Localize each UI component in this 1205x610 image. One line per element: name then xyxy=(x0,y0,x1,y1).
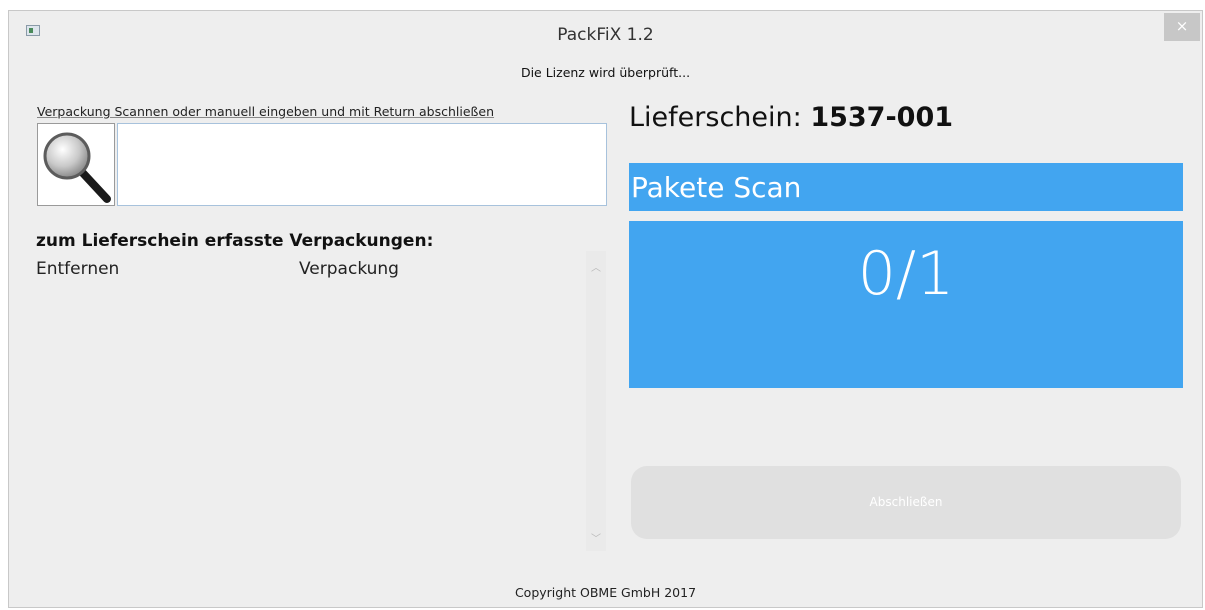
chevron-up-icon[interactable]: ︿ xyxy=(586,259,606,274)
window-title: PackFiX 1.2 xyxy=(557,25,654,45)
column-header-packaging: Verpackung xyxy=(299,259,399,279)
chevron-down-icon[interactable]: ﹀ xyxy=(586,530,606,545)
packaging-list-heading: zum Lieferschein erfasste Verpackungen: xyxy=(36,231,434,251)
package-count-panel: 0/1 xyxy=(629,221,1183,388)
column-header-remove: Entfernen xyxy=(36,259,120,279)
license-status: Die Lizenz wird überprüft... xyxy=(520,65,691,80)
delivery-note-caption: Lieferschein: xyxy=(629,102,802,133)
scan-row xyxy=(37,123,607,206)
package-count: 0/1 xyxy=(857,239,955,309)
close-icon[interactable]: × xyxy=(1164,13,1200,41)
title-bar[interactable]: PackFiX 1.2 × xyxy=(9,11,1202,57)
scan-input[interactable] xyxy=(117,123,607,206)
delivery-note-number: 1537-001 xyxy=(810,102,954,133)
list-scrollbar[interactable]: ︿ ﹀ xyxy=(586,251,606,551)
copyright-footer: Copyright OBME GmbH 2017 xyxy=(514,585,697,600)
app-window: PackFiX 1.2 × Die Lizenz wird überprüft.… xyxy=(8,10,1203,608)
finish-button[interactable]: Abschließen xyxy=(631,466,1181,539)
scan-instruction-label: Verpackung Scannen oder manuell eingeben… xyxy=(37,104,495,119)
package-scan-header: Pakete Scan xyxy=(629,163,1183,211)
delivery-note-label: Lieferschein: 1537-001 xyxy=(629,102,953,133)
magnifier-icon[interactable] xyxy=(37,123,115,206)
